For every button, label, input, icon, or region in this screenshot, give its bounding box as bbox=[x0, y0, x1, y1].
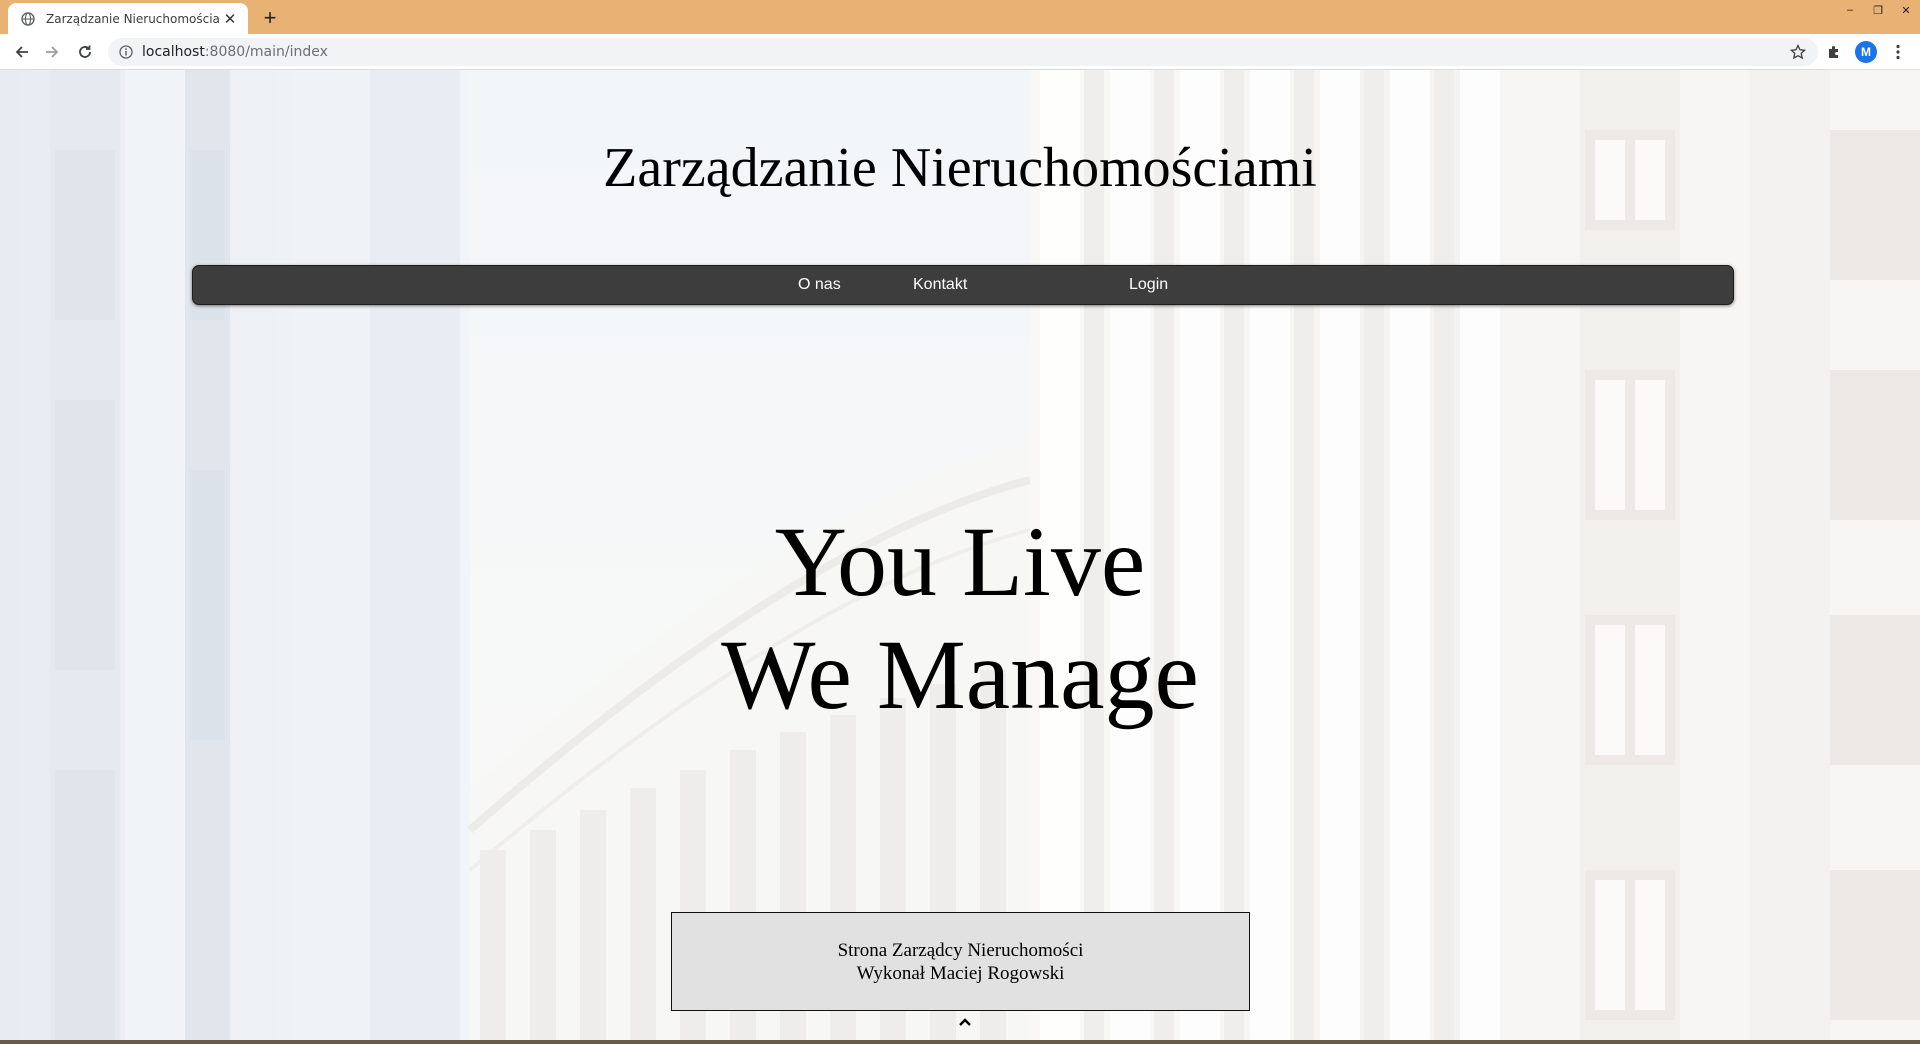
footer-box: Strona Zarządcy Nieruchomości Wykonał Ma… bbox=[671, 912, 1250, 1011]
info-icon[interactable] bbox=[118, 44, 134, 60]
close-window-button[interactable]: ✕ bbox=[1892, 0, 1920, 20]
footer-line-1: Strona Zarządcy Nieruchomości bbox=[837, 940, 1084, 961]
url-path: :8080/main/index bbox=[204, 44, 328, 60]
main-navigation-bar: O nas Kontakt Login bbox=[192, 265, 1734, 305]
address-bar[interactable]: localhost:8080/main/index bbox=[108, 38, 1818, 66]
back-arrow-icon[interactable] bbox=[10, 40, 34, 64]
tab-title: Zarządzanie Nieruchomościami bbox=[46, 11, 220, 26]
reload-icon[interactable] bbox=[73, 40, 97, 64]
new-tab-button[interactable]: + bbox=[258, 6, 282, 30]
window-bottom-edge bbox=[0, 1040, 1920, 1044]
scroll-to-top-chevron-icon[interactable] bbox=[953, 1014, 977, 1030]
forward-arrow-icon[interactable] bbox=[40, 40, 64, 64]
nav-link-login[interactable]: Login bbox=[1129, 266, 1168, 304]
page-viewport: Zarządzanie Nieruchomościami O nas Konta… bbox=[0, 70, 1920, 1040]
nav-link-contact[interactable]: Kontakt bbox=[913, 266, 967, 304]
hero-slogan: You Live We Manage bbox=[0, 505, 1920, 731]
browser-tab-active[interactable]: Zarządzanie Nieruchomościami ✕ bbox=[8, 3, 248, 34]
site-title: Zarządzanie Nieruchomościami bbox=[603, 137, 1317, 199]
minimize-button[interactable]: – bbox=[1836, 0, 1864, 20]
hero-line-2: We Manage bbox=[721, 619, 1199, 730]
footer-line-2: Wykonał Maciej Rogowski bbox=[856, 963, 1065, 984]
profile-avatar[interactable]: M bbox=[1855, 41, 1877, 63]
nav-link-about[interactable]: O nas bbox=[798, 266, 841, 304]
browser-toolbar: localhost:8080/main/index M bbox=[0, 34, 1920, 70]
url-host: localhost bbox=[142, 44, 205, 60]
kebab-menu-icon[interactable] bbox=[1886, 40, 1910, 64]
tab-close-button[interactable]: ✕ bbox=[220, 9, 240, 29]
window-controls: – ❐ ✕ bbox=[1836, 0, 1920, 20]
restore-button[interactable]: ❐ bbox=[1864, 0, 1892, 20]
browser-tabstrip: Zarządzanie Nieruchomościami ✕ + – ❐ ✕ bbox=[0, 0, 1920, 34]
hero-line-1: You Live bbox=[774, 506, 1146, 617]
bookmark-star-icon[interactable] bbox=[1788, 42, 1808, 62]
extensions-puzzle-icon[interactable] bbox=[1822, 40, 1846, 64]
globe-icon bbox=[20, 11, 36, 27]
